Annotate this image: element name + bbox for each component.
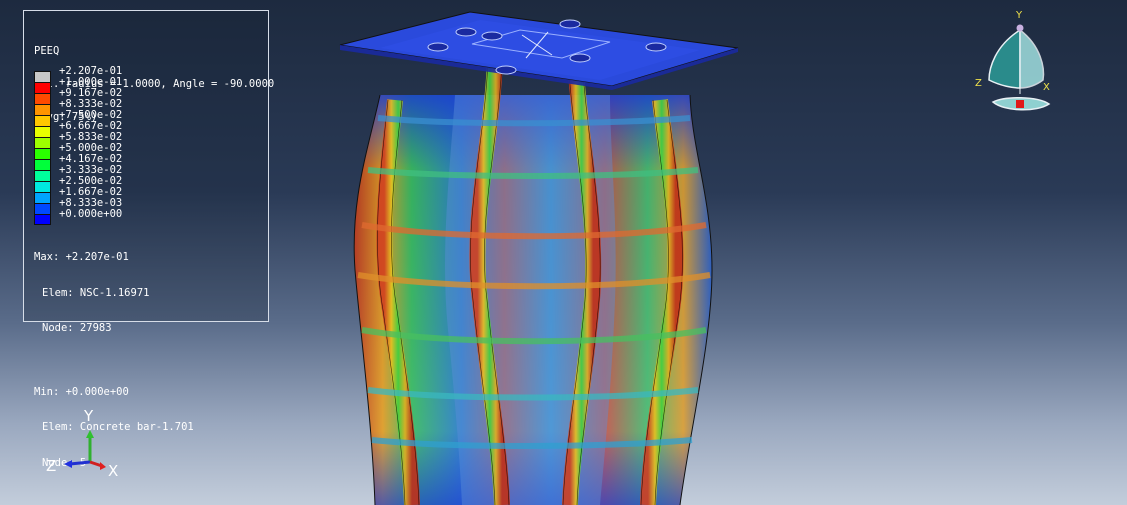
legend-swatch [34, 170, 51, 181]
legend-swatch [34, 181, 51, 192]
legend-swatch [34, 82, 51, 93]
max-node: Node: 27983 [42, 322, 112, 334]
variable-name: PEEQ [34, 45, 60, 57]
legend-swatch [34, 159, 51, 170]
triad-x-label: X [108, 462, 118, 480]
min-value: Min: +0.000e+00 [34, 385, 129, 398]
legend-value-label: +0.000e+00 [59, 208, 123, 220]
view-manipulator-compass[interactable]: Y Z X [965, 6, 1075, 121]
max-elem: Elem: NSC-1.16971 [42, 286, 150, 299]
triad-y-label: Y [83, 407, 94, 425]
global-axis-triad: Y Z X [46, 407, 118, 480]
legend-swatch [34, 203, 51, 214]
max-value: Max: +2.207e-01 [34, 251, 129, 263]
model-viewport[interactable]: PEEQ Rel. radius = 1.0000, Angle = -90.0… [0, 0, 1127, 505]
compass-y-label: Y [1015, 10, 1023, 21]
legend-swatch [34, 93, 51, 104]
legend-swatch [34, 126, 51, 137]
triad-z-label: Z [46, 457, 56, 475]
legend-swatch [34, 115, 51, 126]
contour-legend[interactable]: PEEQ Rel. radius = 1.0000, Angle = -90.0… [23, 10, 274, 469]
compass-x-label: X [1043, 82, 1050, 93]
legend-swatch [34, 192, 51, 203]
legend-swatch [34, 214, 51, 225]
legend-swatch [34, 137, 51, 148]
compass-z-label: Z [975, 78, 982, 89]
legend-swatch [34, 104, 51, 115]
legend-swatch [34, 71, 51, 82]
legend-swatch [34, 148, 51, 159]
